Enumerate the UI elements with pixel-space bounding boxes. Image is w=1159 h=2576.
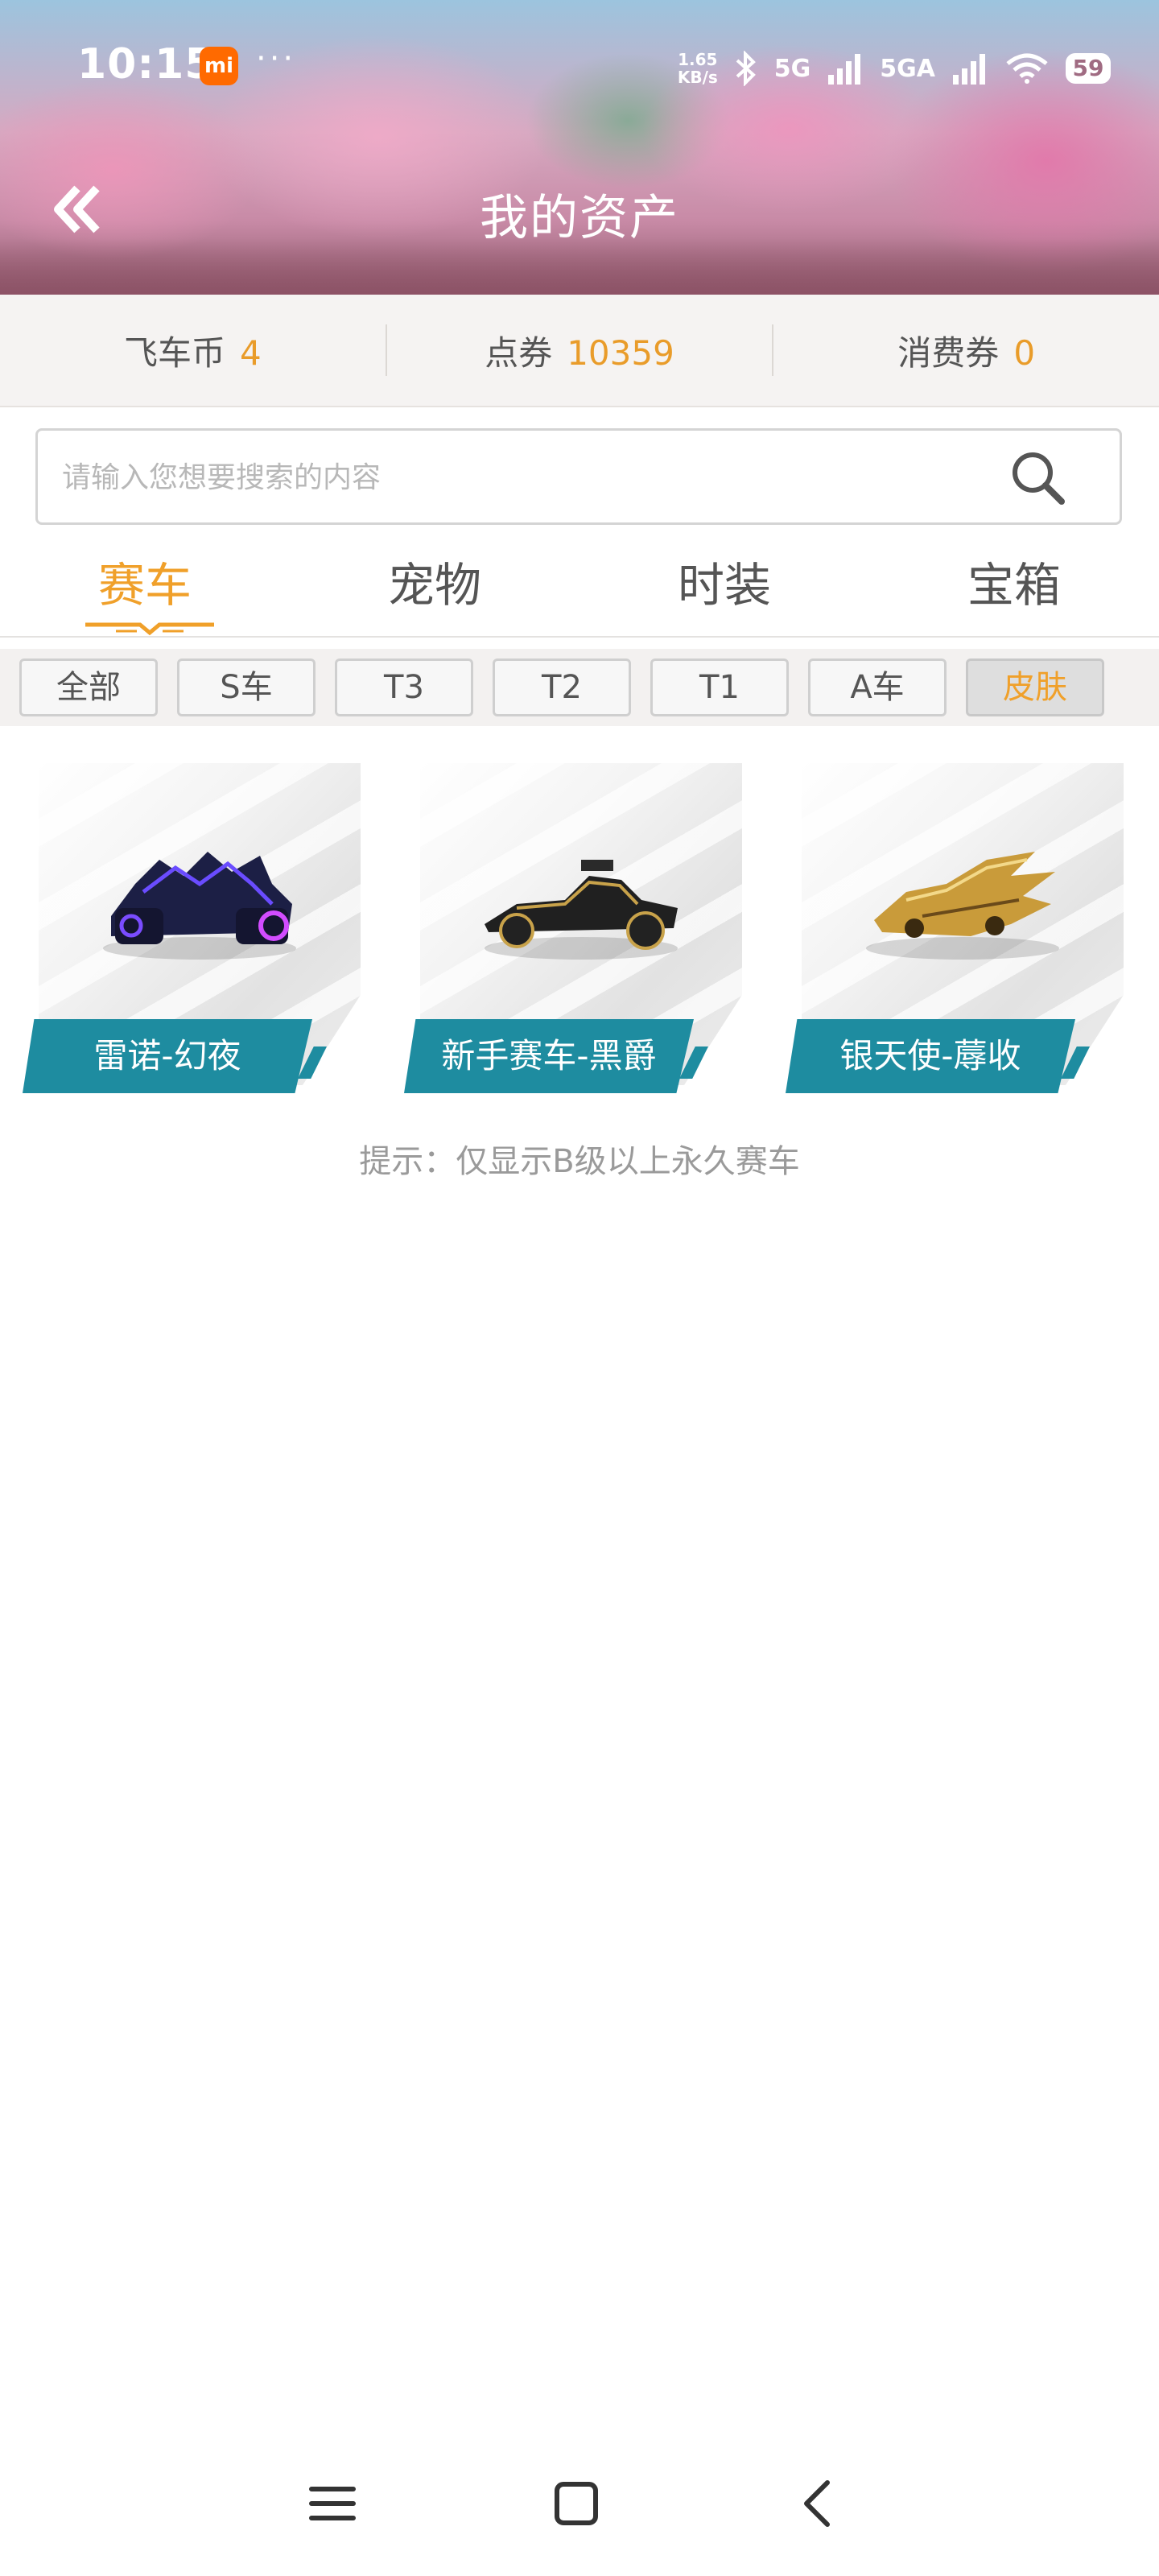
status-indicators: 1.65 KB/s 5G 5GA 59 (678, 40, 1111, 97)
active-tab-indicator (85, 622, 214, 636)
filter-bar: 全部 S车 T3 T2 T1 A车 皮肤 (0, 649, 1159, 726)
car-name: 新手赛车-黑爵 (404, 1019, 694, 1093)
currency-value: 4 (239, 332, 262, 373)
system-nav-bar (0, 2455, 1159, 2552)
tab-fashion[interactable]: 时装 (580, 547, 869, 615)
currency-dianquan: 点券 10359 (387, 326, 773, 375)
menu-icon[interactable] (300, 2471, 365, 2536)
page-title: 我的资产 (480, 190, 679, 246)
mi-app-icon: mi (200, 47, 238, 85)
car-name: 雷诺-幻夜 (23, 1019, 312, 1093)
search-box (35, 428, 1122, 525)
car-image-black-knight (485, 860, 678, 960)
back-chevron-icon[interactable] (787, 2471, 852, 2536)
car-image-silver-angel (866, 852, 1059, 960)
car-name: 银天使-蓐收 (786, 1019, 1075, 1093)
search-input[interactable] (60, 431, 949, 524)
net-speed-value: 1.65 (678, 50, 718, 69)
currency-xiaofeiquan: 消费券 0 (773, 326, 1159, 375)
signal-bars-icon-2 (953, 54, 985, 85)
filter-s-class[interactable]: S车 (177, 658, 316, 716)
net-speed-unit: KB/s (677, 68, 718, 87)
filter-skin[interactable]: 皮肤 (966, 658, 1104, 716)
signal-5g-label: 5G (773, 54, 811, 83)
currency-label: 消费券 (897, 332, 1000, 373)
car-card[interactable]: 银天使-蓐收 (786, 763, 1124, 1093)
currency-bar: 飞车币 4 点券 10359 消费券 0 (0, 295, 1159, 407)
tabs-divider (0, 636, 1159, 638)
more-notifications-icon: ··· (256, 40, 297, 77)
currency-feiche-coin: 飞车币 4 (0, 326, 386, 375)
tab-racecar[interactable]: 赛车 (0, 547, 290, 615)
tab-pet[interactable]: 宠物 (290, 547, 580, 615)
car-card[interactable]: 新手赛车-黑爵 (404, 763, 742, 1093)
status-bar: 10:15 mi ··· 1.65 KB/s 5G 5GA 59 (0, 40, 1159, 97)
signal-5ga-label: 5GA (880, 54, 935, 83)
filter-t2[interactable]: T2 (493, 658, 631, 716)
filter-t3[interactable]: T3 (335, 658, 473, 716)
home-square-icon[interactable] (544, 2471, 608, 2536)
status-time: 10:15 (77, 40, 215, 89)
car-image-renault-phantom (103, 852, 296, 960)
filter-t1[interactable]: T1 (650, 658, 789, 716)
hint-text: 提示：仅显示B级以上永久赛车 (359, 1143, 800, 1180)
signal-bars-icon (828, 54, 861, 85)
filter-all[interactable]: 全部 (19, 658, 158, 716)
car-card[interactable]: 雷诺-幻夜 (23, 763, 361, 1093)
category-tabs: 赛车 宠物 时装 宝箱 (0, 547, 1159, 636)
bluetooth-icon (736, 51, 756, 86)
currency-value: 0 (1013, 332, 1036, 373)
filter-a-class[interactable]: A车 (808, 658, 947, 716)
battery-indicator: 59 (1066, 53, 1111, 84)
header-banner: 10:15 mi ··· 1.65 KB/s 5G 5GA 59 我的资产 (0, 0, 1159, 295)
search-icon[interactable] (1005, 445, 1070, 510)
wifi-icon (1006, 53, 1048, 84)
currency-value: 10359 (567, 332, 674, 373)
currency-label: 点券 (485, 332, 553, 373)
net-speed: 1.65 KB/s (678, 51, 718, 86)
currency-label: 飞车币 (123, 332, 225, 373)
tab-treasure-box[interactable]: 宝箱 (869, 547, 1159, 615)
